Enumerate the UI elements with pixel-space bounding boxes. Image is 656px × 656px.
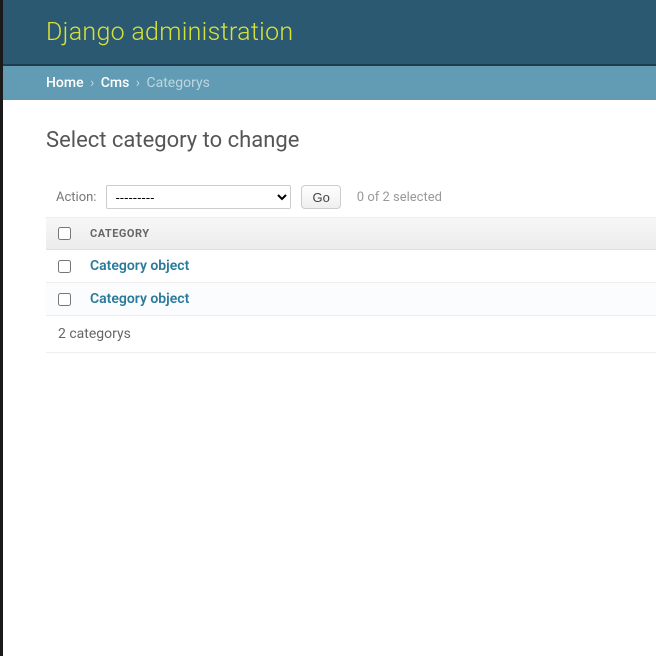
table-header-row: CATEGORY [46,218,656,250]
column-header-category[interactable]: CATEGORY [90,227,150,240]
breadcrumb: Home › Cms › Categorys [3,66,656,100]
table-row: Category object [46,283,656,316]
row-checkbox-cell [58,260,90,273]
breadcrumb-home-link[interactable]: Home [46,75,84,91]
selection-count: 0 of 2 selected [357,190,442,205]
table-row: Category object [46,250,656,283]
action-select[interactable]: --------- [106,185,291,209]
row-link[interactable]: Category object [90,258,189,274]
row-checkbox[interactable] [58,260,71,273]
select-all-cell [58,227,90,240]
row-checkbox[interactable] [58,293,71,306]
breadcrumb-sep: › [133,75,143,91]
breadcrumb-sep: › [87,75,97,91]
breadcrumb-cms-link[interactable]: Cms [101,75,130,91]
app-header: Django administration [3,0,656,66]
row-checkbox-cell [58,293,90,306]
actions-bar: Action: --------- Go 0 of 2 selected [46,177,656,217]
breadcrumb-current: Categorys [147,75,210,91]
page-title: Select category to change [46,128,656,153]
select-all-checkbox[interactable] [58,227,71,240]
content-area: Select category to change Action: ------… [3,100,656,353]
table-footer: 2 categorys [46,316,656,353]
go-button[interactable]: Go [301,185,340,209]
app-title: Django administration [46,18,293,47]
changelist-table: CATEGORY Category object Category object… [46,217,656,353]
row-link[interactable]: Category object [90,291,189,307]
action-label: Action: [56,190,96,205]
